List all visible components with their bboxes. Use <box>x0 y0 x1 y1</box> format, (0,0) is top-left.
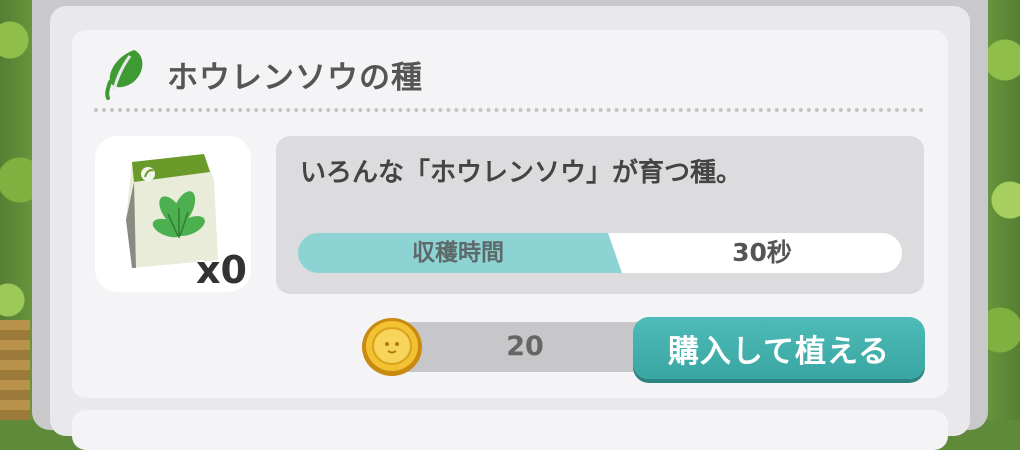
harvest-time-bar: 収穫時間 30秒 <box>298 233 902 273</box>
item-description: いろんな「ホウレンソウ」が育つ種。 <box>300 158 743 188</box>
harvest-time-label: 収穫時間 <box>412 240 504 266</box>
buy-and-plant-button[interactable]: 購入して植える <box>633 317 925 379</box>
leaf-icon <box>105 50 143 100</box>
harvest-time-value: 30秒 <box>732 238 792 267</box>
divider <box>94 108 924 112</box>
item-title: ホウレンソウの種 <box>167 60 423 96</box>
next-item-card <box>72 410 948 450</box>
wood-decoration <box>0 320 30 420</box>
item-quantity: x0 <box>196 248 247 292</box>
coin-icon <box>362 318 422 376</box>
price-value: 20 <box>506 331 544 362</box>
